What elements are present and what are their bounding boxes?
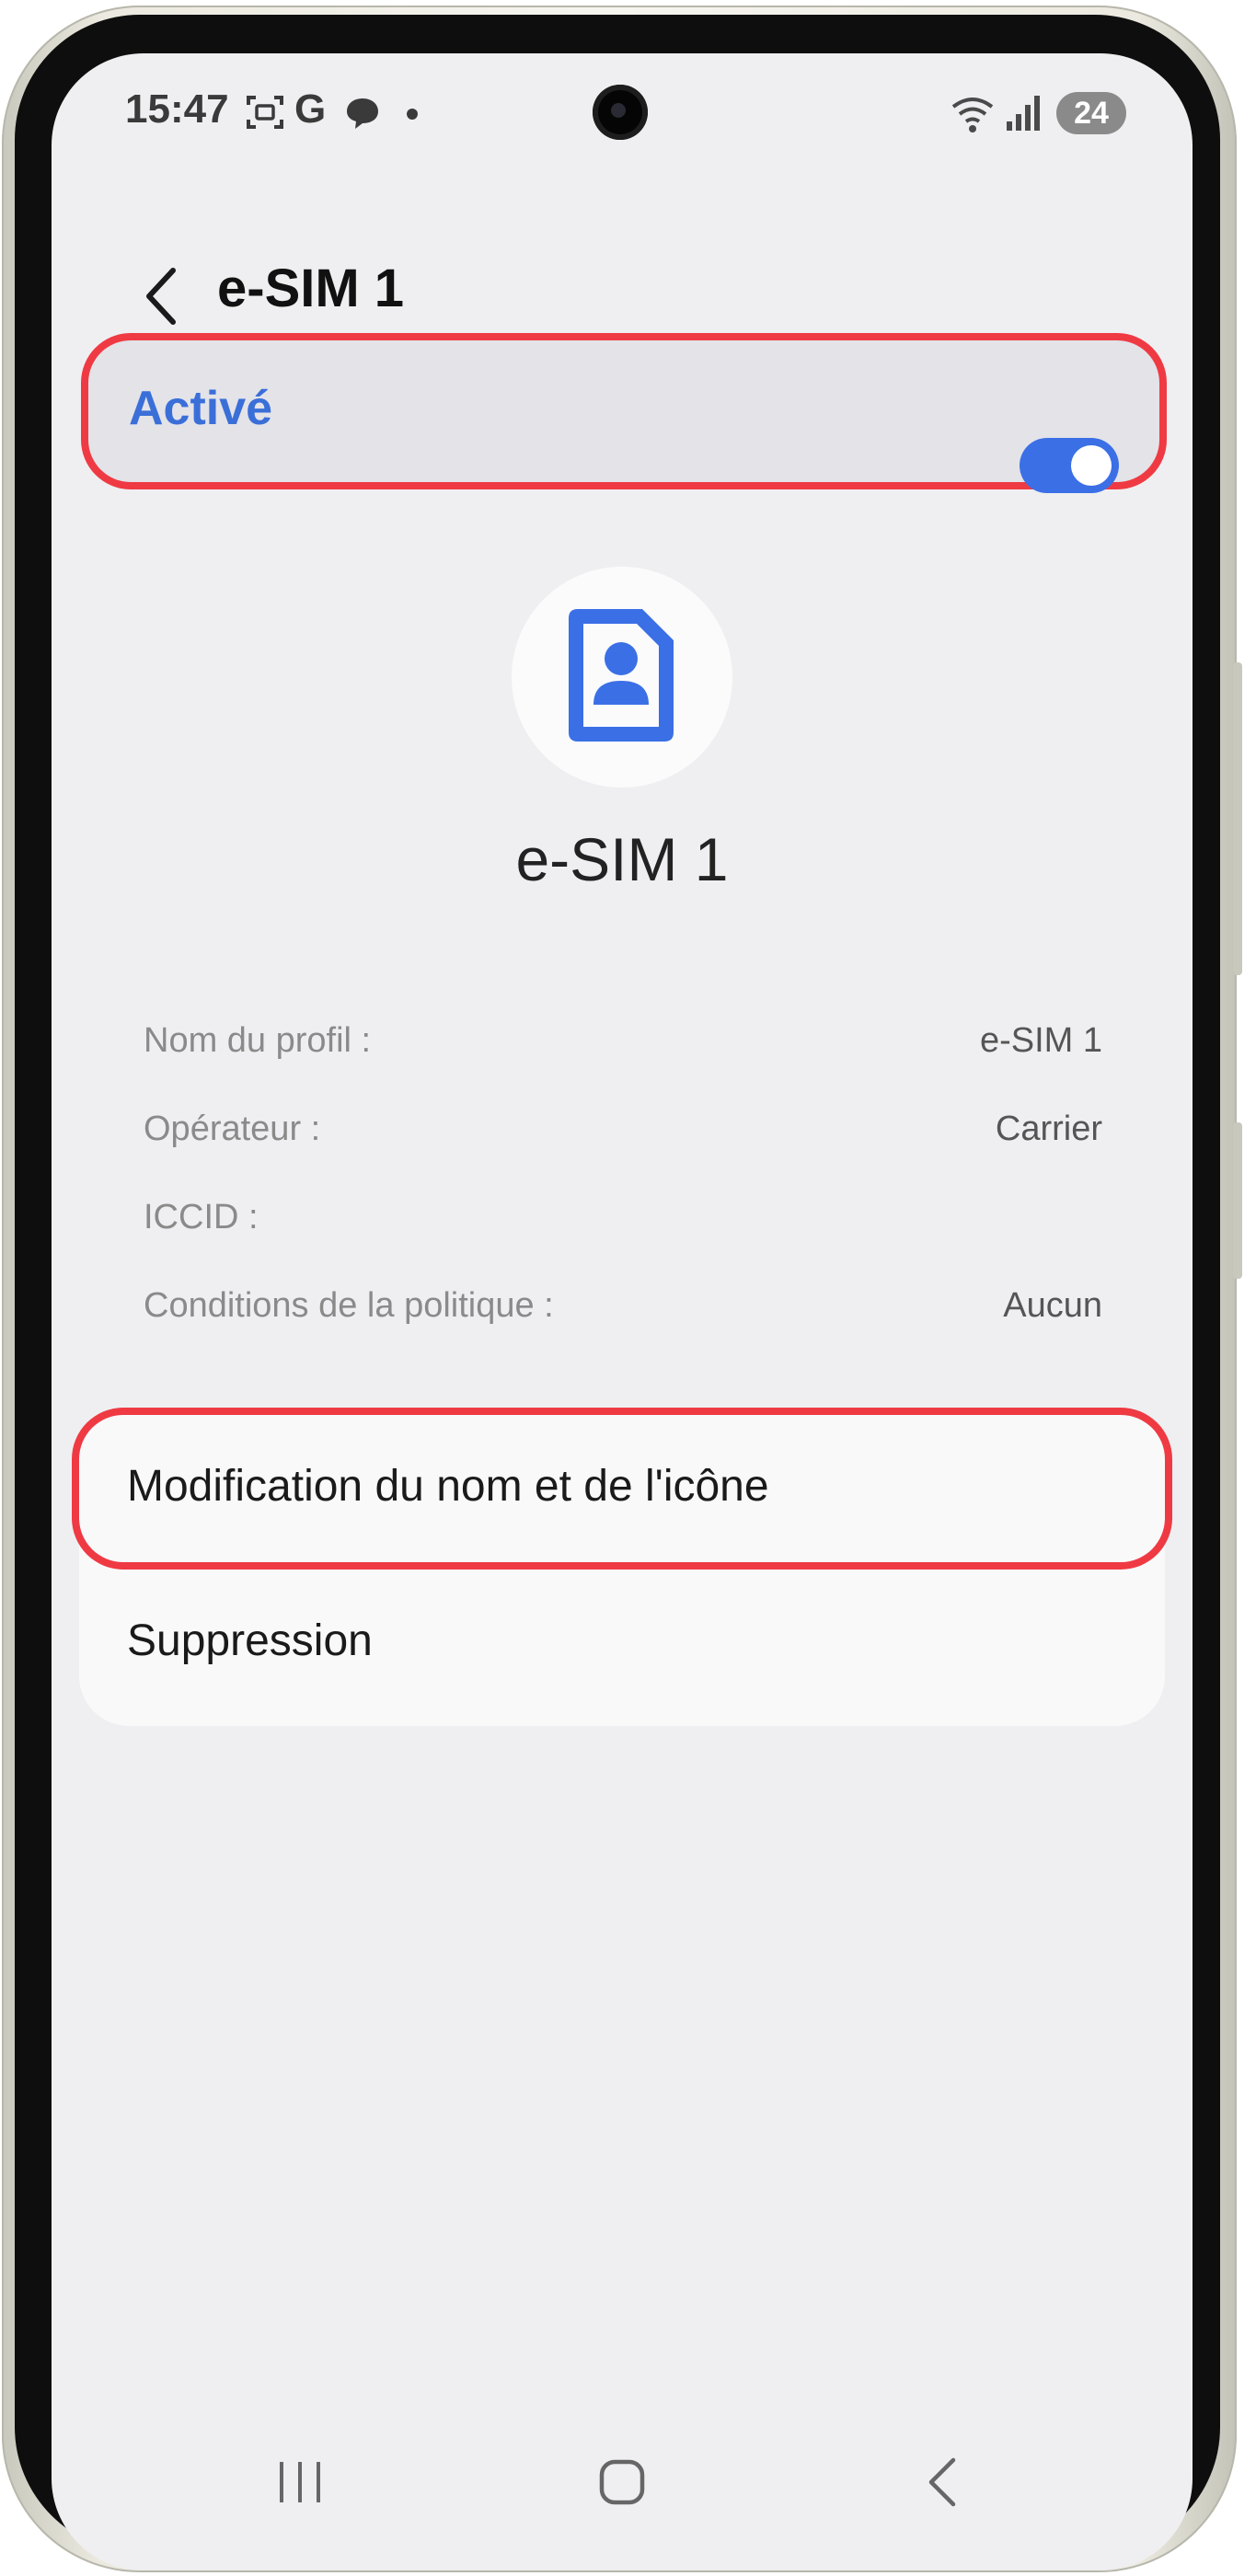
battery-indicator: 24 xyxy=(1056,92,1126,134)
delete-item[interactable]: Suppression xyxy=(79,1573,1165,1720)
info-value: Carrier xyxy=(995,1110,1102,1148)
back-button[interactable] xyxy=(125,237,199,348)
esim-enable-row[interactable]: Activé xyxy=(88,340,1159,482)
nav-back[interactable] xyxy=(889,2427,999,2537)
nav-home[interactable] xyxy=(567,2427,677,2537)
info-value: Aucun xyxy=(1003,1286,1102,1325)
info-label: Conditions de la politique : xyxy=(144,1286,554,1325)
info-label: Nom du profil : xyxy=(144,1021,372,1060)
esim-enable-toggle[interactable] xyxy=(1020,438,1119,493)
google-icon: G xyxy=(294,86,327,132)
profile-avatar xyxy=(512,567,732,788)
actions-card: Modification du nom et de l'icône Suppre… xyxy=(79,1415,1165,1726)
screenshot-icon xyxy=(247,96,283,129)
wifi-icon xyxy=(951,98,994,132)
phone-side-button xyxy=(1233,1122,1242,1279)
sim-card-user-icon xyxy=(569,609,674,742)
status-time: 15:47 xyxy=(125,86,229,132)
phone-side-button xyxy=(1233,662,1242,975)
action-label: Suppression xyxy=(127,1616,373,1665)
toggle-knob xyxy=(1071,445,1112,486)
chevron-left-icon xyxy=(146,268,176,325)
profile-name: e-SIM 1 xyxy=(515,825,729,893)
toggle-label: Activé xyxy=(129,382,273,435)
action-label: Modification du nom et de l'icône xyxy=(127,1462,769,1511)
chat-icon xyxy=(347,98,378,129)
info-row-iccid: ICCID : xyxy=(144,1198,1102,1262)
recent-apps-icon xyxy=(280,2462,320,2502)
info-row-policy: Conditions de la politique : Aucun xyxy=(144,1286,1102,1351)
info-label: ICCID : xyxy=(144,1198,259,1236)
signal-icon xyxy=(1007,96,1040,131)
info-value: e-SIM 1 xyxy=(979,1021,1102,1060)
dot-icon xyxy=(407,109,418,120)
nav-recent-apps[interactable] xyxy=(245,2427,355,2537)
screen: 15:47 G 24 e-SIM 1 Activé e-SIM 1 Nom du… xyxy=(52,53,1193,2570)
info-row-operator: Opérateur : Carrier xyxy=(144,1110,1102,1174)
back-icon xyxy=(928,2457,956,2507)
info-label: Opérateur : xyxy=(144,1110,321,1148)
front-camera xyxy=(593,85,648,140)
home-icon xyxy=(599,2459,645,2505)
info-row-profile-name: Nom du profil : e-SIM 1 xyxy=(144,1021,1102,1086)
status-bar: 15:47 G 24 xyxy=(52,53,1193,182)
page-title: e-SIM 1 xyxy=(217,259,405,318)
edit-name-icon-item[interactable]: Modification du nom et de l'icône xyxy=(79,1415,1165,1562)
